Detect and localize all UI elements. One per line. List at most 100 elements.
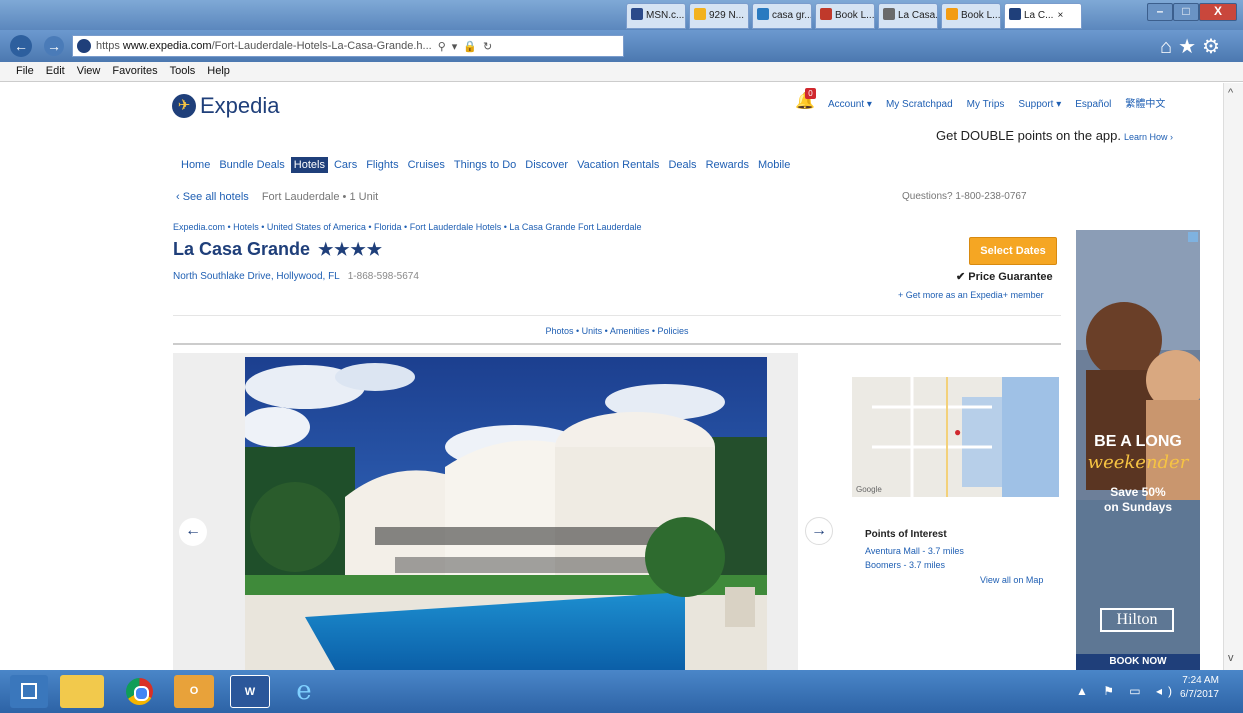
section-links[interactable]: Photos • Units • Amenities • Policies	[173, 315, 1061, 345]
word-icon[interactable]: W	[230, 675, 270, 708]
refresh-icon[interactable]: ↻	[483, 40, 492, 53]
main-nav-item[interactable]: Hotels	[290, 157, 328, 173]
start-button[interactable]	[10, 675, 48, 708]
price-guarantee: ✔ Price Guarantee	[956, 271, 1053, 283]
home-favorites-settings-icons[interactable]: ⌂★⚙	[1160, 34, 1226, 59]
account-nav-item[interactable]: Support ▾	[1018, 99, 1061, 110]
account-nav-item[interactable]: 繁體中文	[1125, 99, 1165, 110]
tab-label: 929 N...	[709, 10, 745, 21]
scroll-down-icon[interactable]: v	[1228, 652, 1234, 664]
main-nav-item[interactable]: Bundle Deals	[216, 157, 287, 173]
account-nav-item[interactable]: Account ▾	[828, 99, 872, 110]
dropdown-icon[interactable]: ▾	[452, 40, 458, 53]
tab-label: MSN.c...	[646, 10, 685, 21]
browser-titlebar: MSN.c... 929 N... casa gr... Book L... La Ca…	[0, 0, 1243, 30]
web-page: ✈ Expedia 🔔 0 Account ▾ My Scratchpad My T…	[0, 83, 1223, 670]
chrome-icon[interactable]	[120, 675, 160, 708]
main-nav-item[interactable]: Rewards	[703, 157, 752, 173]
star-rating: ★★★★	[318, 240, 384, 259]
tab-favicon-icon	[1009, 8, 1021, 20]
browser-tab[interactable]: Book L...	[815, 3, 875, 29]
menu-item[interactable]: Favorites	[106, 62, 163, 77]
main-nav-item[interactable]: Cruises	[405, 157, 448, 173]
map-pin-icon: ●	[954, 425, 962, 439]
main-nav-item[interactable]: Cars	[331, 157, 360, 173]
select-dates-button[interactable]: Select Dates	[969, 237, 1057, 265]
ad-choices-icon[interactable]	[1188, 232, 1198, 242]
tab-favicon-icon	[946, 8, 958, 20]
close-window-button[interactable]: X	[1199, 3, 1237, 21]
browser-tab[interactable]: MSN.c...	[626, 3, 686, 29]
back-bar: ‹ See all hotels Fort Lauderdale • 1 Uni…	[176, 191, 378, 203]
forward-button[interactable]: →	[44, 36, 64, 56]
main-nav-item[interactable]: Home	[178, 157, 213, 173]
hotel-map[interactable]: ● Google	[852, 377, 1059, 497]
outlook-icon[interactable]: O	[174, 675, 214, 708]
site-favicon-icon	[77, 39, 91, 53]
gallery-prev-button[interactable]: ←	[179, 518, 207, 546]
expedia-globe-icon: ✈	[172, 94, 196, 118]
internet-explorer-icon[interactable]: e	[284, 675, 324, 708]
tab-strip: MSN.c... 929 N... casa gr... Book L... La Ca…	[626, 3, 1085, 29]
system-tray-icons[interactable]: ▲ ⚑ ▭ ◂)	[1076, 684, 1178, 698]
expedia-logo[interactable]: ✈ Expedia	[172, 93, 280, 119]
menu-item[interactable]: Edit	[40, 62, 71, 77]
account-nav-item[interactable]: My Trips	[967, 99, 1005, 110]
see-all-hotels-link[interactable]: ‹ See all hotels	[176, 191, 249, 203]
maximize-button[interactable]: □	[1173, 3, 1199, 21]
search-icon[interactable]: ⚲	[438, 40, 446, 53]
scroll-up-icon[interactable]: ^	[1228, 87, 1233, 99]
main-nav-item[interactable]: Vacation Rentals	[574, 157, 662, 173]
map-credit: Google	[856, 485, 882, 494]
expedia-plus-link[interactable]: + Get more as an Expedia+ member	[898, 290, 1044, 300]
gallery-next-button[interactable]: →	[805, 517, 833, 545]
poi-item[interactable]: Boomers - 3.7 miles	[865, 560, 945, 570]
main-nav-item[interactable]: Flights	[363, 157, 401, 173]
tab-favicon-icon	[694, 8, 706, 20]
browser-tab[interactable]: La Casa...	[878, 3, 938, 29]
hilton-ad[interactable]: BE A LONG weekender Save 50% on Sundays H…	[1076, 230, 1200, 670]
browser-tab[interactable]: casa gr...	[752, 3, 812, 29]
account-nav-item[interactable]: My Scratchpad	[886, 99, 953, 110]
main-nav-item[interactable]: Discover	[522, 157, 571, 173]
poi-item[interactable]: Aventura Mall - 3.7 miles	[865, 546, 964, 556]
learn-how-link[interactable]: Learn How ›	[1124, 132, 1173, 142]
address-bar[interactable]: https www.expedia.com/Fort-Lauderdale-Ho…	[72, 35, 624, 57]
file-explorer-icon[interactable]	[60, 675, 104, 708]
browser-tab[interactable]: Book L...	[941, 3, 1001, 29]
windows-icon	[21, 683, 37, 699]
menu-item[interactable]: View	[71, 62, 107, 77]
menu-item[interactable]: Tools	[164, 62, 202, 77]
tab-favicon-icon	[883, 8, 895, 20]
support-phone: Questions? 1-800-238-0767	[902, 191, 1027, 202]
main-nav-item[interactable]: Deals	[665, 157, 699, 173]
menu-item[interactable]: Help	[201, 62, 236, 77]
ad-script-text: weekender	[1087, 452, 1189, 473]
main-nav-item[interactable]: Mobile	[755, 157, 793, 173]
tab-favicon-icon	[757, 8, 769, 20]
poi-title: Points of Interest	[865, 529, 947, 540]
search-summary[interactable]: Fort Lauderdale • 1 Unit	[262, 191, 378, 203]
app-promo: Get DOUBLE points on the app. Learn How ›	[936, 128, 1174, 143]
account-nav: Account ▾ My Scratchpad My Trips Support ▾ E…	[828, 95, 1179, 110]
book-now-button[interactable]: BOOK NOW	[1076, 654, 1200, 670]
hotel-photo[interactable]	[245, 357, 767, 670]
lock-icon[interactable]: 🔒	[463, 40, 477, 53]
taskbar-clock[interactable]: 7:24 AM 6/7/2017	[1180, 674, 1219, 702]
browser-tab[interactable]: 929 N...	[689, 3, 749, 29]
breadcrumb[interactable]: Expedia.com • Hotels • United States of …	[173, 222, 642, 232]
view-all-on-map-link[interactable]: View all on Map	[980, 575, 1043, 585]
main-nav-item[interactable]: Things to Do	[451, 157, 519, 173]
minimize-button[interactable]: –	[1147, 3, 1173, 21]
menu-item[interactable]: File	[10, 62, 40, 77]
account-nav-item[interactable]: Español	[1075, 99, 1111, 110]
hotel-phone: 1-868-598-5674	[347, 271, 419, 282]
vertical-scrollbar[interactable]: ^ v	[1223, 83, 1243, 670]
hotel-address[interactable]: North Southlake Drive, Hollywood, FL 1-86…	[173, 271, 419, 282]
close-tab-icon[interactable]: ×	[1057, 10, 1063, 21]
back-button[interactable]: ←	[10, 35, 32, 57]
tab-favicon-icon	[631, 8, 643, 20]
browser-tab[interactable]: La C... ×	[1004, 3, 1082, 29]
windows-taskbar: O W e ▲ ⚑ ▭ ◂) 7:24 AM 6/7/2017	[0, 670, 1243, 713]
hotel-title: La Casa Grande ★★★★	[173, 239, 384, 259]
